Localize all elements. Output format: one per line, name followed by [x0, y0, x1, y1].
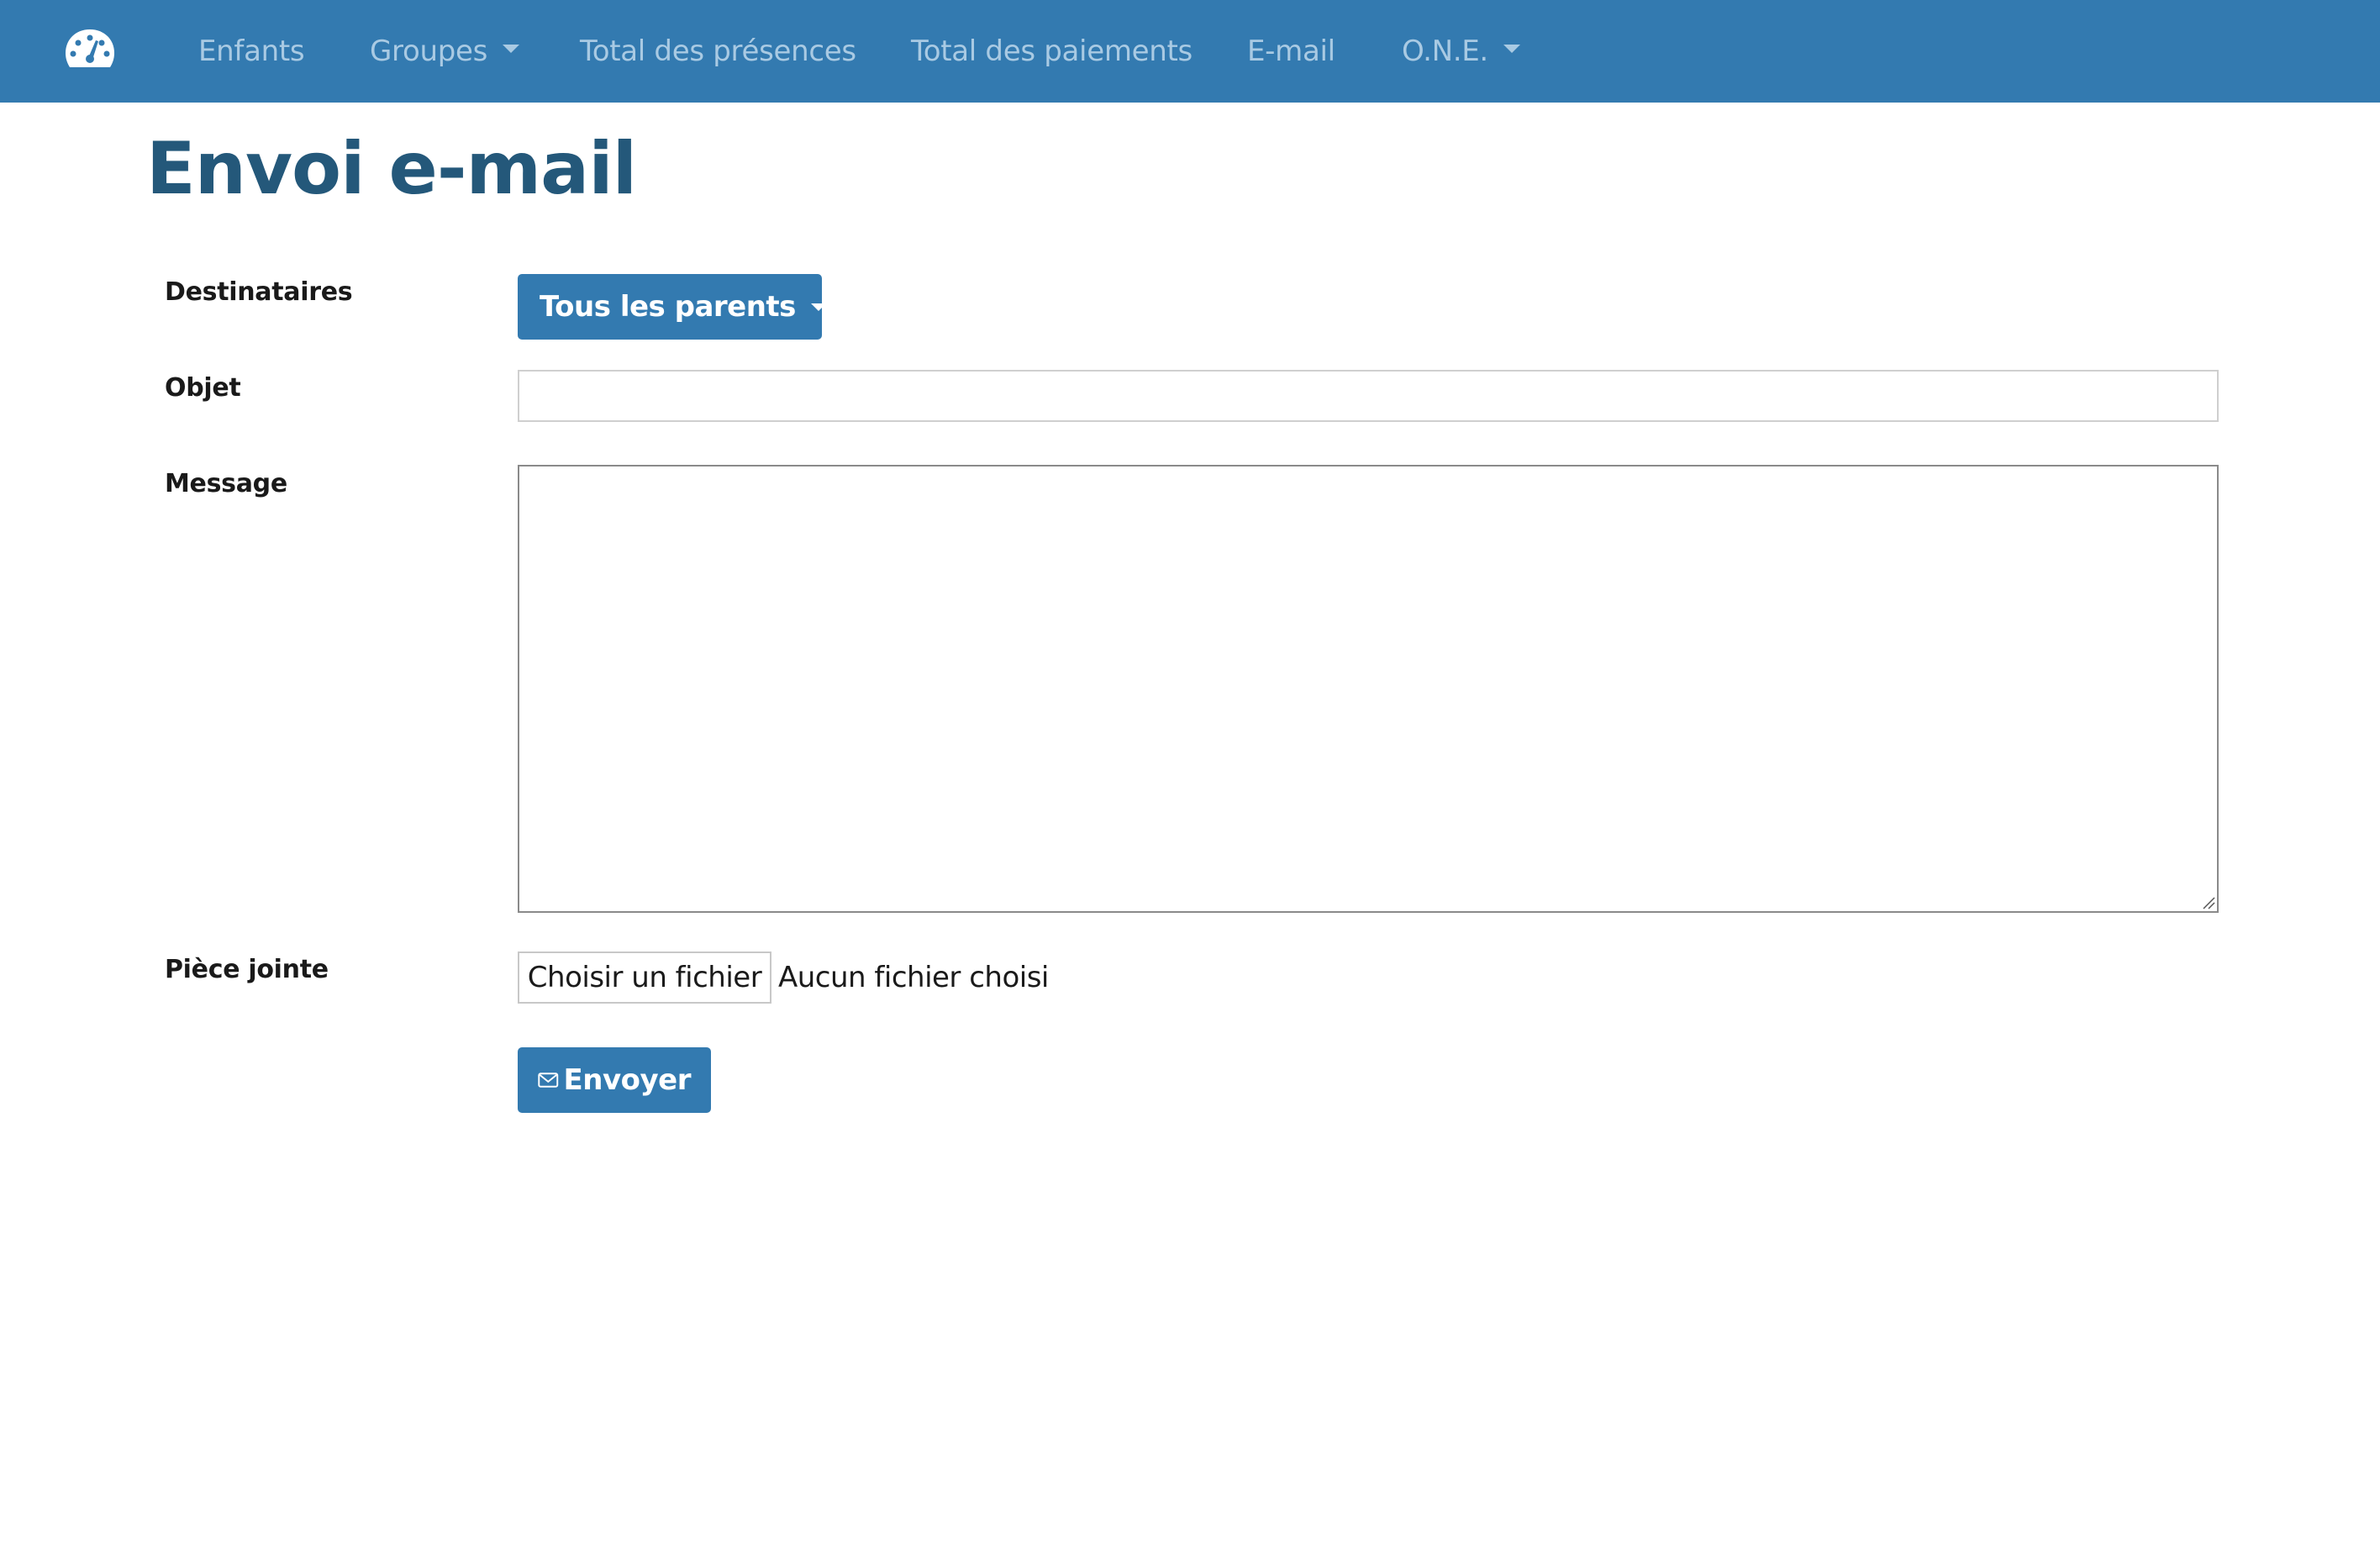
message-label: Message	[165, 469, 287, 498]
top-navbar: Enfants Groupes Total des présences Tota…	[0, 0, 2380, 103]
send-button[interactable]: Envoyer	[518, 1047, 711, 1113]
recipients-label: Destinataires	[165, 277, 353, 307]
nav-item-label: Total des présences	[580, 34, 856, 68]
message-textarea[interactable]	[518, 465, 2219, 913]
nav-item-enfants[interactable]: Enfants	[198, 0, 305, 103]
page-title: Envoi e-mail	[146, 127, 637, 211]
file-status-text: Aucun fichier choisi	[778, 961, 1049, 994]
nav-item-label: E-mail	[1247, 34, 1335, 68]
nav-item-label: Enfants	[198, 34, 305, 68]
recipients-selected-label: Tous les parents	[540, 290, 796, 324]
caret-down-icon	[503, 45, 520, 53]
nav-item-total-paiements[interactable]: Total des paiements	[911, 0, 1193, 103]
nav-item-groupes[interactable]: Groupes	[370, 0, 520, 103]
nav-item-label: Total des paiements	[911, 34, 1193, 68]
caret-down-icon	[1503, 45, 1520, 53]
nav-item-label: O.N.E.	[1402, 34, 1488, 68]
choose-file-label: Choisir un fichier	[527, 961, 762, 994]
recipients-dropdown-button[interactable]: Tous les parents	[518, 274, 826, 340]
subject-label: Objet	[165, 373, 241, 403]
choose-file-button[interactable]: Choisir un fichier	[518, 951, 771, 1004]
send-button-label: Envoyer	[563, 1063, 692, 1097]
nav-item-total-presences[interactable]: Total des présences	[580, 0, 856, 103]
nav-item-email[interactable]: E-mail	[1247, 0, 1335, 103]
subject-input[interactable]	[518, 370, 2219, 422]
caret-down-icon	[810, 303, 826, 311]
attachment-label: Pièce jointe	[165, 955, 329, 984]
nav-item-label: Groupes	[370, 34, 488, 68]
dashboard-gauge-icon[interactable]	[64, 28, 116, 70]
nav-item-one[interactable]: O.N.E.	[1402, 0, 1520, 103]
envelope-icon	[538, 1073, 559, 1088]
resize-grip-icon[interactable]	[2202, 896, 2215, 909]
